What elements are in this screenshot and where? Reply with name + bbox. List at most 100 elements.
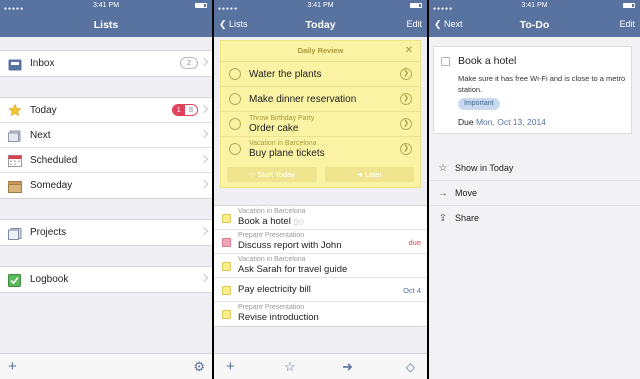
back-button[interactable]: ❮ Next (434, 11, 463, 37)
list-item-logbook[interactable]: Logbook (0, 267, 212, 292)
arrow-right-icon[interactable]: ➜ (342, 359, 353, 375)
arrow-right-icon[interactable]: ❯ (400, 93, 412, 105)
task-note: Make sure it has free Wi-Fi and is close… (458, 74, 626, 94)
projects-label: Projects (30, 227, 67, 238)
status-bar: ●●●●● 3:41 PM (429, 0, 640, 12)
star-icon[interactable]: ☆ (284, 359, 296, 375)
review-item-title: Water the plants (249, 69, 322, 80)
task-checkbox[interactable] (222, 286, 231, 295)
lists-panel: ●●●●● 3:41 PM Lists Inbox 2 Today 1 8 Ne… (0, 0, 212, 379)
list-item-today[interactable]: Today 1 8 (0, 98, 212, 123)
layers-icon (8, 129, 22, 142)
lists-toolbar: + ⚙ (0, 353, 212, 379)
page-title: To-Do (519, 19, 550, 31)
review-item[interactable]: Make dinner reservation ❯ (221, 86, 420, 111)
tag-icon[interactable]: ◇ (406, 359, 415, 375)
logbook-icon (8, 273, 22, 287)
list-item-inbox[interactable]: Inbox 2 (0, 51, 212, 76)
gear-icon[interactable]: ⚙ (193, 359, 205, 375)
task-title: Revise introduction (238, 312, 319, 323)
calendar-icon (8, 154, 22, 167)
arrow-right-icon: → (438, 188, 448, 199)
status-time: 3:41 PM (92, 2, 120, 9)
today-panel: ●●●●● 3:41 PM ❮ Lists Today Edit Daily R… (214, 0, 427, 379)
arrow-right-icon[interactable]: ❯ (400, 118, 412, 130)
task-row[interactable]: Prepare Presentation Revise introduction (214, 302, 427, 326)
star-icon (8, 103, 22, 117)
battery-icon (410, 3, 422, 8)
today-toolbar: + ☆ ➜ ◇ (214, 353, 427, 379)
logbook-section: Logbook (0, 266, 212, 293)
due-line: Due Mon, Oct 13, 2014 (458, 117, 546, 127)
list-item-next[interactable]: Next (0, 123, 212, 148)
start-today-label: Start Today (257, 170, 296, 179)
close-icon[interactable]: ✕ (405, 41, 413, 61)
page-title: Lists (93, 19, 119, 31)
task-row[interactable]: Prepare Presentation Discuss report with… (214, 230, 427, 254)
back-label: Next (444, 19, 463, 29)
task-row[interactable]: Pay electricity bill Oct 4 (214, 278, 427, 302)
task-checkbox[interactable] (441, 57, 450, 66)
show-in-today-action[interactable]: ☆ Show in Today (429, 156, 640, 181)
review-item-title: Order cake (249, 123, 299, 134)
list-item-someday[interactable]: Someday (0, 173, 212, 198)
action-label: Move (455, 188, 478, 198)
task-project: Vacation in Barcelona (238, 256, 306, 263)
status-bar: ●●●●● 3:41 PM (0, 0, 212, 12)
back-button[interactable]: ❮ Lists (219, 11, 248, 37)
daily-review-header: Daily Review ✕ (221, 41, 420, 61)
someday-label: Someday (30, 180, 73, 191)
edit-button[interactable]: Edit (619, 11, 635, 37)
task-title: Book a hotel ▯◇ (238, 216, 427, 228)
task-checkbox[interactable] (222, 262, 231, 271)
todo-navbar: ❮ Next To-Do Edit (429, 11, 640, 37)
review-item-project: Vacation in Barcelona (249, 140, 317, 147)
logbook-label: Logbook (30, 274, 69, 285)
review-item-title: Buy plane tickets (249, 148, 325, 159)
battery-icon (195, 3, 207, 8)
today-due-count: 1 (172, 105, 185, 115)
move-action[interactable]: → Move (429, 181, 640, 206)
todo-card: Book a hotel Make sure it has free Wi-Fi… (433, 46, 632, 134)
review-item[interactable]: Throw Birthday Party Order cake ❯ (221, 111, 420, 136)
today-count: 8 (184, 105, 197, 115)
tag-badge[interactable]: Important (458, 98, 500, 110)
task-row[interactable]: Vacation in Barcelona Ask Sarah for trav… (214, 254, 427, 278)
task-checkbox[interactable] (222, 214, 231, 223)
review-item[interactable]: Vacation in Barcelona Buy plane tickets … (221, 136, 420, 161)
later-button[interactable]: ➜ Later (324, 167, 414, 182)
projects-icon (8, 227, 22, 240)
checkbox-circle[interactable] (229, 93, 241, 105)
checkbox-circle[interactable] (229, 118, 241, 130)
status-time: 3:41 PM (521, 2, 548, 9)
review-item-title: Make dinner reservation (249, 94, 357, 105)
action-label: Share (455, 213, 480, 223)
edit-button[interactable]: Edit (406, 11, 422, 37)
share-action[interactable]: ⇪ Share (429, 206, 640, 231)
checkbox-circle[interactable] (229, 68, 241, 80)
task-title: Discuss report with John (238, 240, 342, 251)
status-bar: ●●●●● 3:41 PM (214, 0, 427, 12)
checkbox-circle[interactable] (229, 143, 241, 155)
inbox-icon (8, 58, 22, 70)
task-project: Prepare Presentation (238, 232, 305, 239)
start-today-button[interactable]: ☆ Start Today (227, 167, 317, 182)
task-title: Pay electricity bill (238, 284, 311, 295)
status-time: 3:41 PM (307, 2, 334, 9)
daily-review-card: Daily Review ✕ Water the plants ❯ Make d… (220, 40, 421, 188)
add-icon[interactable]: + (8, 359, 17, 375)
battery-icon (623, 3, 635, 8)
inbox-section: Inbox 2 (0, 50, 212, 77)
task-checkbox[interactable] (222, 238, 231, 247)
inbox-count-badge: 2 (180, 57, 198, 69)
list-item-projects[interactable]: Projects (0, 220, 212, 245)
task-checkbox[interactable] (222, 310, 231, 319)
task-row[interactable]: Vacation in Barcelona Book a hotel ▯◇ (214, 206, 427, 230)
add-icon[interactable]: + (226, 359, 235, 375)
arrow-right-icon[interactable]: ❯ (400, 143, 412, 155)
list-item-scheduled[interactable]: Scheduled (0, 148, 212, 173)
arrow-right-icon[interactable]: ❯ (400, 68, 412, 80)
review-item[interactable]: Water the plants ❯ (221, 61, 420, 86)
share-icon: ⇪ (438, 213, 448, 224)
due-date: Mon, Oct 13, 2014 (475, 117, 546, 127)
